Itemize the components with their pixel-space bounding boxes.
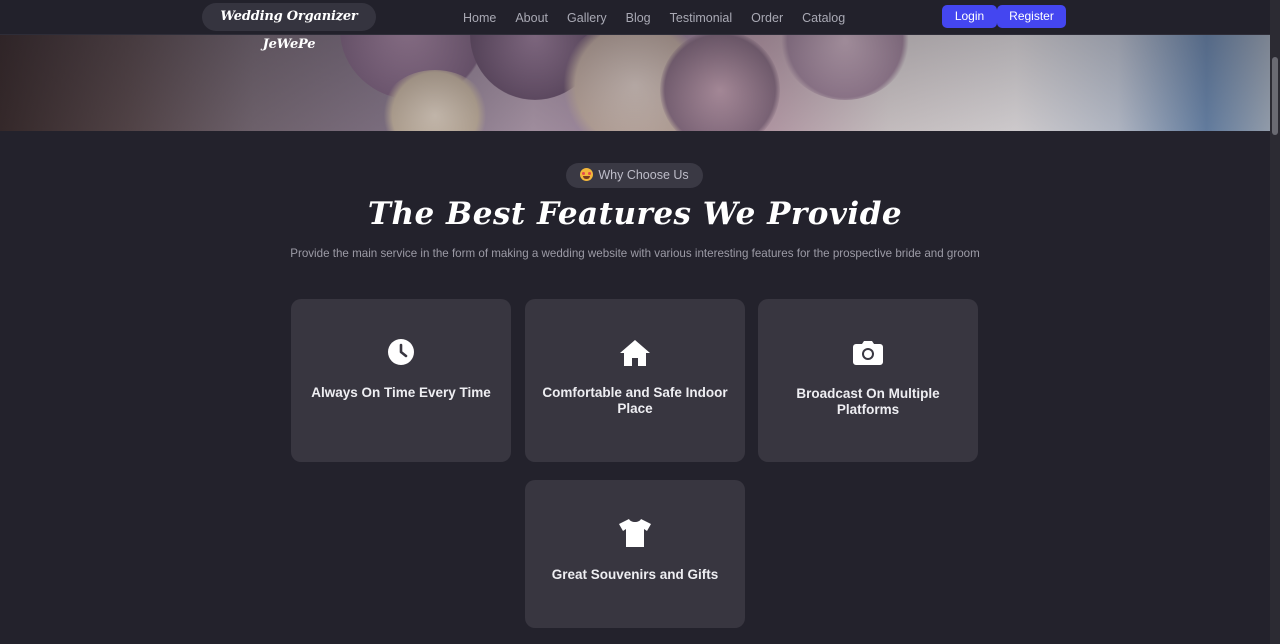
- home-icon: [620, 340, 650, 366]
- feature-label: Great Souvenirs and Gifts: [551, 567, 719, 582]
- star-struck-emoji-icon: [580, 168, 594, 181]
- brand-logo[interactable]: Wedding Organizer JeWePe: [202, 3, 376, 52]
- nav-link-home[interactable]: Home: [463, 11, 496, 25]
- feature-card-souvenirs[interactable]: Great Souvenirs and Gifts: [525, 480, 745, 628]
- nav-link-order[interactable]: Order: [751, 11, 783, 25]
- why-choose-us-badge: Why Choose Us: [566, 163, 703, 188]
- nav-links: Home About Gallery Blog Testimonial Orde…: [463, 0, 864, 35]
- login-button[interactable]: Login: [942, 5, 997, 28]
- badge-label: Why Choose Us: [598, 168, 689, 182]
- nav-link-testimonial[interactable]: Testimonial: [670, 11, 733, 25]
- navbar: Wedding Organizer JeWePe Home About Gall…: [0, 0, 1270, 52]
- nav-link-blog[interactable]: Blog: [626, 11, 651, 25]
- feature-label: Comfortable and Safe Indoor Place: [542, 385, 728, 416]
- section-title: The Best Features We Provide: [367, 196, 903, 232]
- feature-card-on-time[interactable]: Always On Time Every Time: [291, 299, 511, 462]
- feature-card-indoor-place[interactable]: Comfortable and Safe Indoor Place: [525, 299, 745, 462]
- register-button[interactable]: Register: [997, 5, 1066, 28]
- feature-label: Always On Time Every Time: [311, 385, 491, 400]
- feature-label: Broadcast On Multiple Platforms: [796, 386, 940, 417]
- nav-link-gallery[interactable]: Gallery: [567, 11, 607, 25]
- nav-link-about[interactable]: About: [515, 11, 548, 25]
- clock-icon: [388, 339, 414, 365]
- page-scrollbar[interactable]: [1270, 0, 1280, 644]
- feature-card-broadcast[interactable]: Broadcast On Multiple Platforms: [758, 299, 978, 462]
- scrollbar-thumb[interactable]: [1272, 57, 1278, 135]
- camera-icon: [853, 341, 883, 365]
- shirt-icon: [619, 519, 651, 547]
- section-subtitle: Provide the main service in the form of …: [290, 247, 980, 260]
- nav-link-catalog[interactable]: Catalog: [802, 11, 845, 25]
